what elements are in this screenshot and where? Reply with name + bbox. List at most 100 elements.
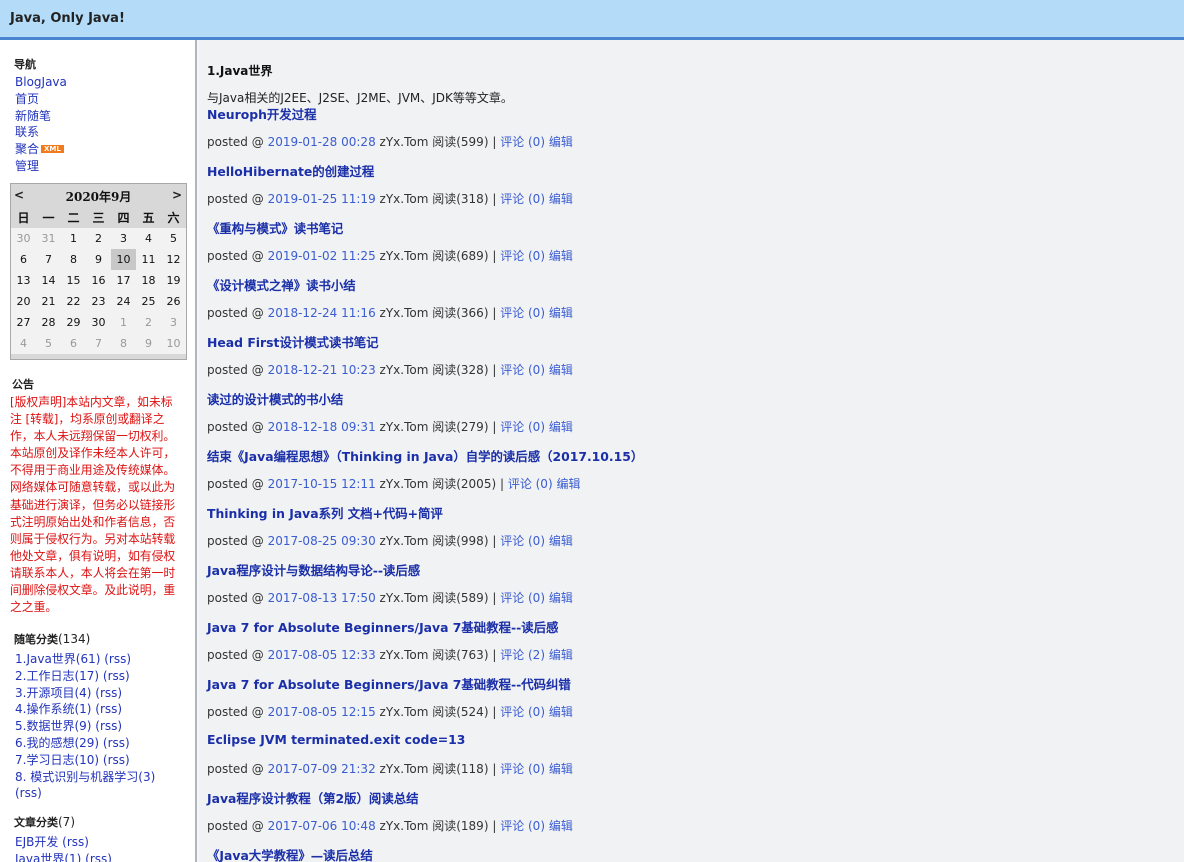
post-date-link[interactable]: 2018-12-24 11:16 [268,306,376,320]
post-title-link[interactable]: Thinking in Java系列 文档+代码+简评 [207,504,443,522]
post-title-link[interactable]: Java程序设计教程（第2版）阅读总结 [207,789,419,807]
calendar-day[interactable]: 30 [11,228,36,249]
post-date-link[interactable]: 2017-07-09 21:32 [268,762,376,776]
post-edit-link[interactable]: 编辑 [556,477,580,491]
calendar-day[interactable]: 9 [136,333,161,354]
calendar-day[interactable]: 7 [86,333,111,354]
post-title-link[interactable]: Java 7 for Absolute Beginners/Java 7基础教程… [207,675,571,693]
post-comments-link[interactable]: 评论 (0) [500,762,545,776]
post-edit-link[interactable]: 编辑 [549,306,573,320]
post-title-link[interactable]: Neuroph开发过程 [207,105,316,123]
post-date-link[interactable]: 2017-08-13 17:50 [268,591,376,605]
post-title-link[interactable]: Eclipse JVM terminated.exit code=13 [207,732,465,747]
calendar-day[interactable]: 20 [11,291,36,312]
calendar-day[interactable]: 3 [111,228,136,249]
calendar-day[interactable]: 13 [11,270,36,291]
category-item[interactable]: 4.操作系统(1) (rss) [15,701,185,718]
calendar-day[interactable]: 29 [61,312,86,333]
post-comments-link[interactable]: 评论 (0) [508,477,553,491]
calendar-day[interactable]: 12 [161,249,186,270]
post-edit-link[interactable]: 编辑 [549,363,573,377]
xml-feed-badge[interactable]: XML [41,145,64,154]
calendar-day[interactable]: 9 [86,249,111,270]
calendar-day[interactable]: 17 [111,270,136,291]
calendar-day[interactable]: 23 [86,291,111,312]
post-edit-link[interactable]: 编辑 [549,762,573,776]
post-edit-link[interactable]: 编辑 [549,135,573,149]
calendar-day[interactable]: 8 [111,333,136,354]
category-item[interactable]: 1.Java世界(61) (rss) [15,651,185,668]
category-item[interactable]: 8. 模式识别与机器学习(3) [15,769,185,786]
nav-item-aggregate[interactable]: 聚合 [15,142,39,156]
post-date-link[interactable]: 2017-10-15 12:11 [268,477,376,491]
calendar-day[interactable]: 31 [36,228,61,249]
site-title[interactable]: Java, Only Java! [10,11,125,26]
post-edit-link[interactable]: 编辑 [549,534,573,548]
calendar-day[interactable]: 18 [136,270,161,291]
post-title-link[interactable]: 《设计模式之禅》读书小结 [207,276,356,294]
calendar-day[interactable]: 16 [86,270,111,291]
nav-item-new-post[interactable]: 新随笔 [15,108,67,125]
calendar-day[interactable]: 11 [136,249,161,270]
calendar-day[interactable]: 6 [11,249,36,270]
post-comments-link[interactable]: 评论 (0) [500,363,545,377]
category-item[interactable]: 5.数据世界(9) (rss) [15,718,185,735]
article-category-item[interactable]: Java世界(1) (rss) [15,851,112,862]
calendar-day[interactable]: 5 [161,228,186,249]
post-date-link[interactable]: 2019-01-28 00:28 [268,135,376,149]
calendar-day[interactable]: 5 [36,333,61,354]
nav-item-manage[interactable]: 管理 [15,158,67,175]
calendar-next-month[interactable]: > [172,188,182,202]
post-comments-link[interactable]: 评论 (0) [500,819,545,833]
category-item[interactable]: 3.开源项目(4) (rss) [15,685,185,702]
nav-item-contact[interactable]: 联系 [15,124,67,141]
post-title-link[interactable]: 结束《Java编程思想》（Thinking in Java）自学的读后感（201… [207,447,643,465]
post-title-link[interactable]: Head First设计模式读书笔记 [207,333,379,351]
post-edit-link[interactable]: 编辑 [549,819,573,833]
post-comments-link[interactable]: 评论 (0) [500,135,545,149]
calendar-day[interactable]: 2 [136,312,161,333]
post-title-link[interactable]: 《重构与模式》读书笔记 [207,219,343,237]
calendar-day[interactable]: 2 [86,228,111,249]
calendar-day[interactable]: 19 [161,270,186,291]
calendar-day[interactable]: 1 [61,228,86,249]
post-edit-link[interactable]: 编辑 [549,705,573,719]
post-date-link[interactable]: 2018-12-21 10:23 [268,363,376,377]
calendar-day[interactable]: 7 [36,249,61,270]
post-title-link[interactable]: HelloHibernate的创建过程 [207,162,374,180]
calendar-day[interactable]: 24 [111,291,136,312]
calendar-day[interactable]: 4 [11,333,36,354]
calendar-day[interactable]: 25 [136,291,161,312]
calendar-day[interactable]: 22 [61,291,86,312]
post-edit-link[interactable]: 编辑 [549,591,573,605]
post-edit-link[interactable]: 编辑 [549,648,573,662]
post-edit-link[interactable]: 编辑 [549,192,573,206]
post-comments-link[interactable]: 评论 (0) [500,249,545,263]
nav-item-blogjava[interactable]: BlogJava [15,74,67,91]
calendar-day[interactable]: 15 [61,270,86,291]
post-title-link[interactable]: 《Java大学教程》—读后总结 [207,846,373,862]
post-comments-link[interactable]: 评论 (0) [500,192,545,206]
post-edit-link[interactable]: 编辑 [549,249,573,263]
post-date-link[interactable]: 2019-01-02 11:25 [268,249,376,263]
post-date-link[interactable]: 2019-01-25 11:19 [268,192,376,206]
category-item[interactable]: (rss) [15,785,185,802]
calendar-day[interactable]: 21 [36,291,61,312]
post-comments-link[interactable]: 评论 (2) [500,648,545,662]
calendar-day[interactable]: 14 [36,270,61,291]
post-comments-link[interactable]: 评论 (0) [500,534,545,548]
calendar-day[interactable]: 1 [111,312,136,333]
calendar-day[interactable]: 6 [61,333,86,354]
category-item[interactable]: 2.工作日志(17) (rss) [15,668,185,685]
category-item[interactable]: 6.我的感想(29) (rss) [15,735,185,752]
post-date-link[interactable]: 2017-07-06 10:48 [268,819,376,833]
post-title-link[interactable]: Java程序设计与数据结构导论--读后感 [207,561,420,579]
calendar-day[interactable]: 30 [86,312,111,333]
post-date-link[interactable]: 2017-08-25 09:30 [268,534,376,548]
post-comments-link[interactable]: 评论 (0) [500,306,545,320]
category-item[interactable]: 7.学习日志(10) (rss) [15,752,185,769]
calendar-day[interactable]: 10 [161,333,186,354]
post-comments-link[interactable]: 评论 (0) [500,420,545,434]
article-category-item[interactable]: EJB开发 (rss) [15,834,112,851]
post-date-link[interactable]: 2017-08-05 12:15 [268,705,376,719]
